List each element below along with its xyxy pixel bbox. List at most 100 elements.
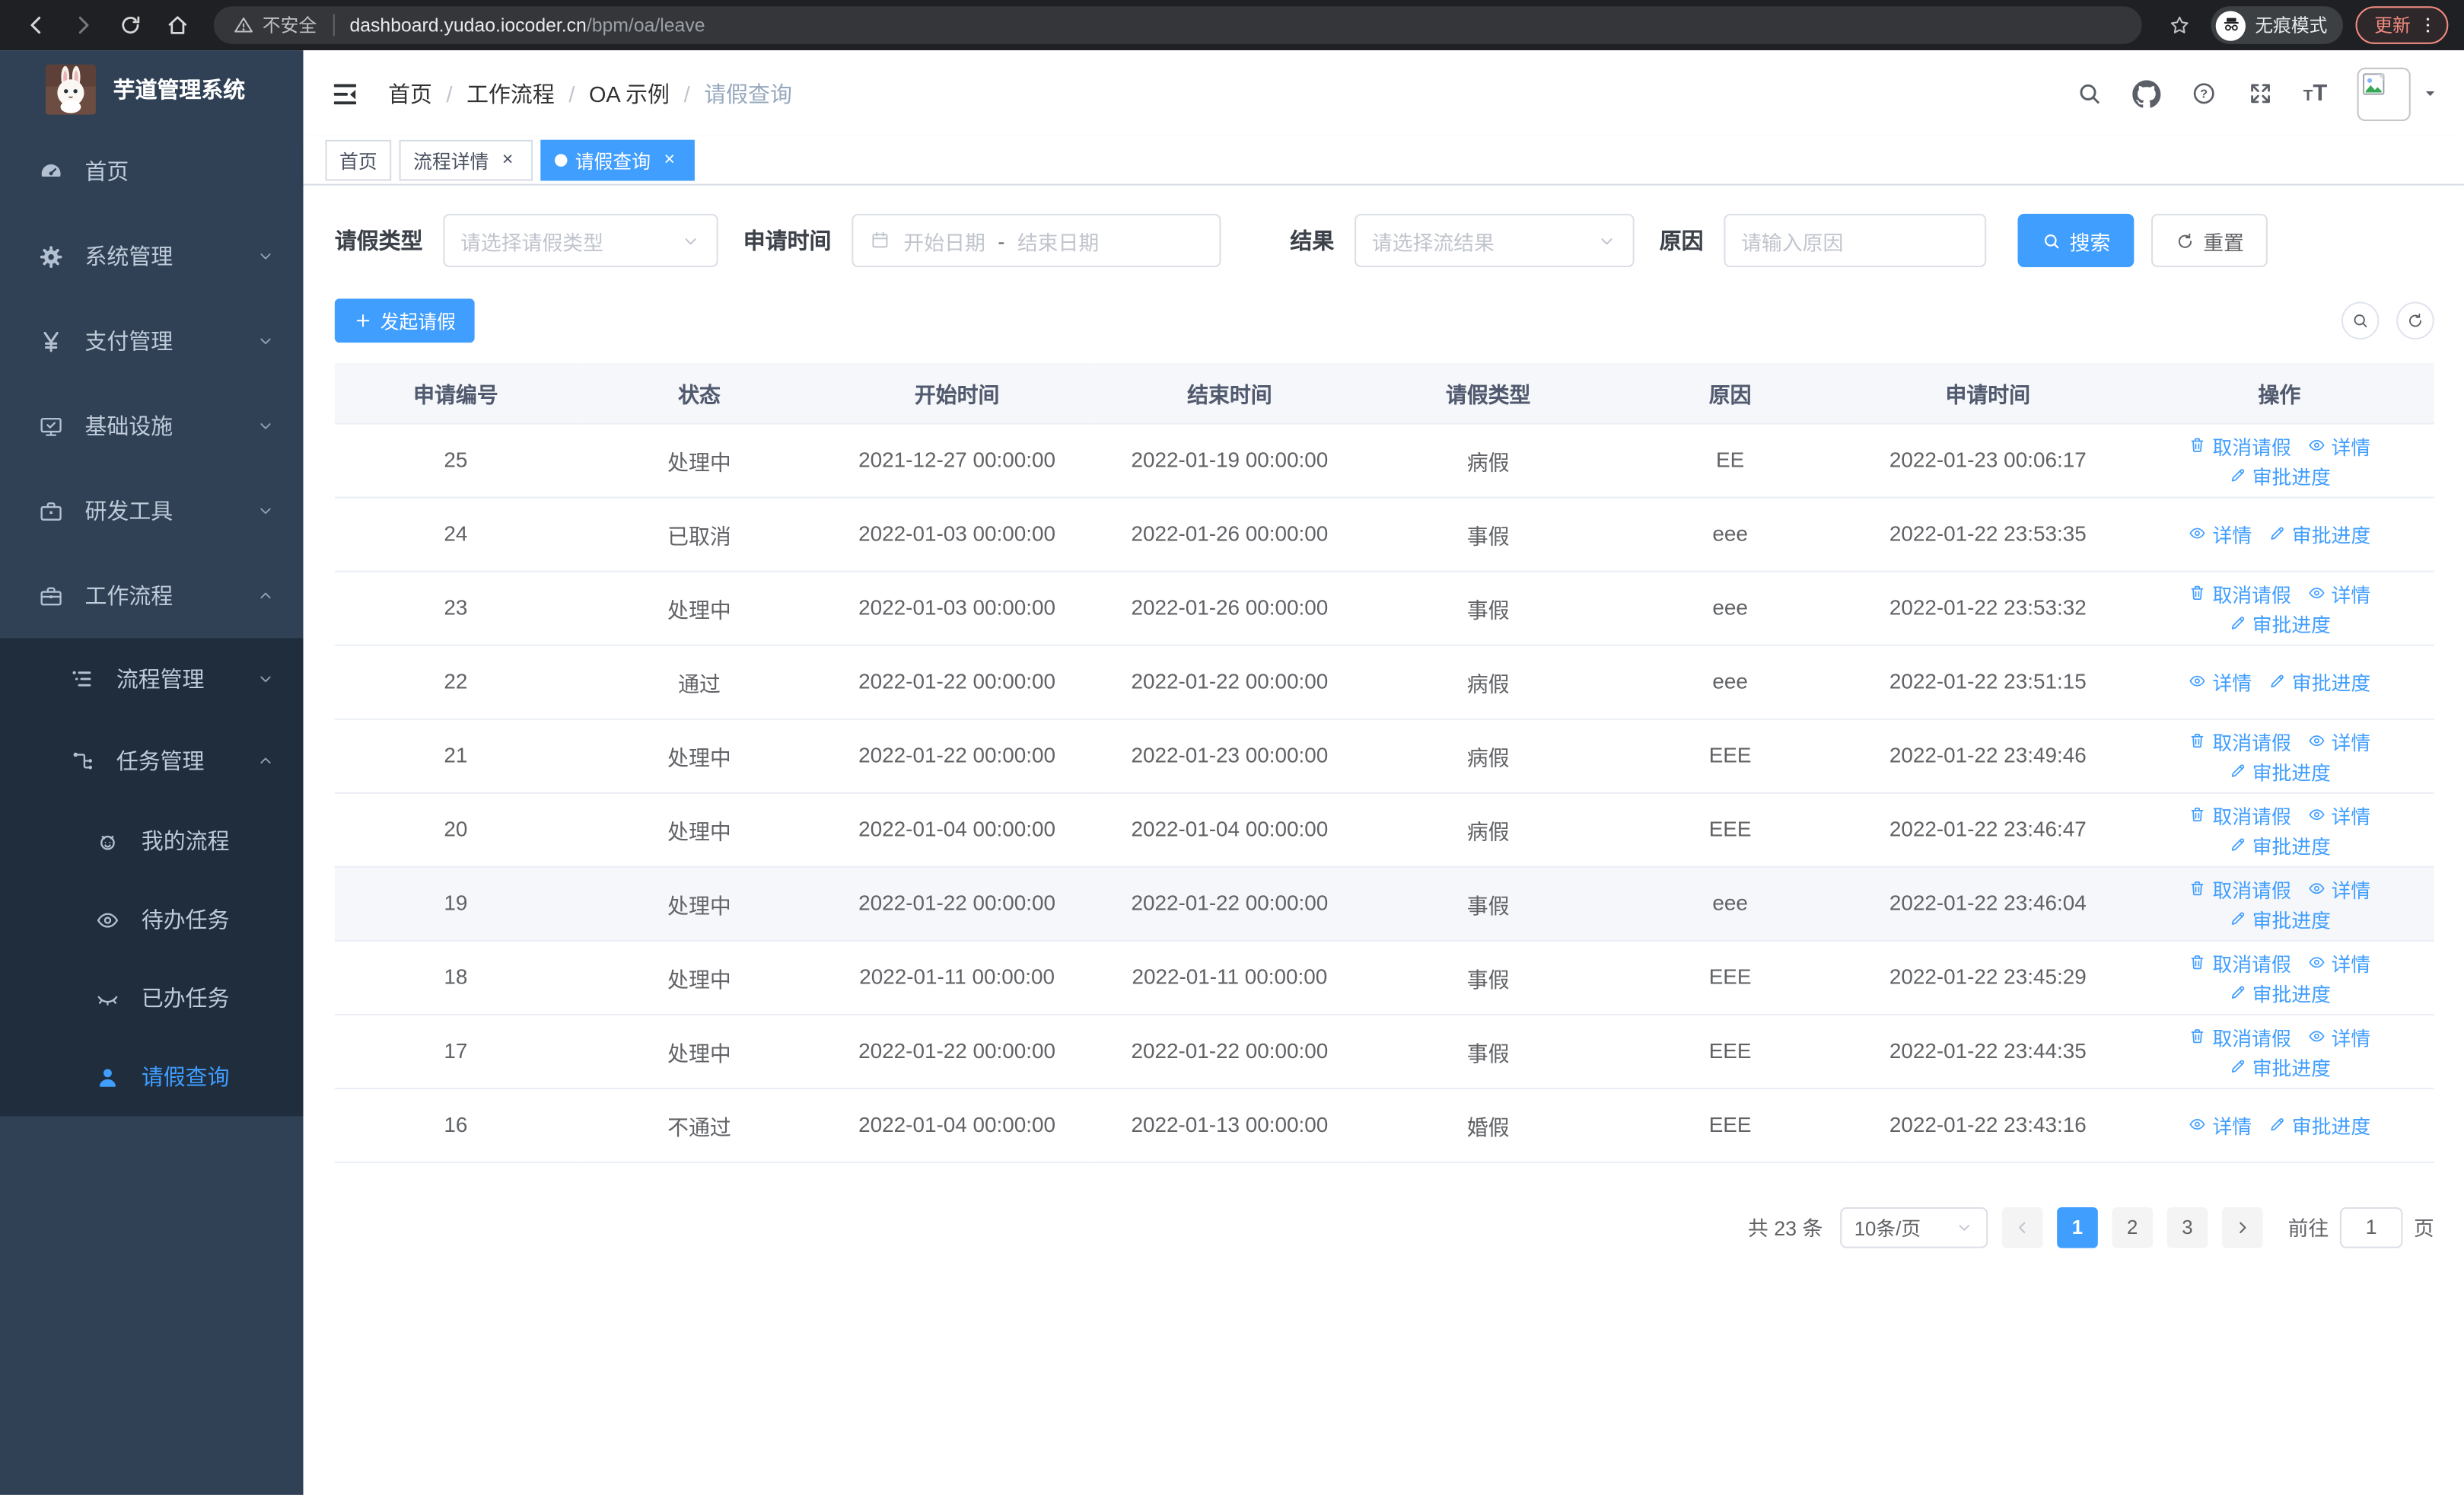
sidebar-item-已办任务[interactable]: 已办任务 [0, 958, 304, 1038]
cell-leave-type: 事假 [1367, 570, 1609, 645]
prev-page-button[interactable] [2001, 1206, 2043, 1248]
tab-请假查询[interactable]: 请假查询 × [540, 139, 695, 181]
tab-label: 请假查询 [575, 150, 651, 173]
apply-time-range-picker[interactable]: 开始日期 - 结束日期 [852, 213, 1221, 268]
address-bar[interactable]: 不安全 dashboard.yudao.iocoder.cn /bpm/oa/l… [213, 6, 2142, 44]
breadcrumb-item[interactable]: 工作流程 [466, 78, 555, 109]
sidebar-item-基础设施[interactable]: 基础设施 [0, 384, 304, 469]
tab-close-icon[interactable]: × [497, 148, 519, 171]
column-header-原因: 原因 [1609, 363, 1851, 424]
chevron-down-icon [1955, 1217, 1974, 1236]
browser-home-icon[interactable] [158, 5, 199, 46]
browser-forward-icon[interactable] [63, 5, 104, 46]
result-select[interactable]: 请选择流结果 [1355, 213, 1635, 268]
tab-流程详情[interactable]: 流程详情 × [399, 139, 533, 181]
action-progress[interactable]: 审批进度 [2228, 903, 2331, 932]
action-progress[interactable]: 审批进度 [2228, 607, 2331, 637]
sidebar-item-首页[interactable]: 首页 [0, 129, 304, 214]
sidebar-item-任务管理[interactable]: 任务管理 [0, 719, 304, 802]
cell-status: 处理中 [576, 718, 823, 793]
action-cancel-leave[interactable]: 取消请假 [2189, 947, 2291, 977]
browser-update-button[interactable]: 更新 [2355, 6, 2449, 44]
sidebar-item-我的流程[interactable]: 我的流程 [0, 802, 304, 881]
refresh-table-icon[interactable] [2396, 301, 2434, 340]
action-progress[interactable]: 审批进度 [2268, 518, 2370, 548]
browser-reload-icon[interactable] [110, 5, 151, 46]
action-progress[interactable]: 审批进度 [2228, 755, 2331, 785]
github-icon[interactable] [2131, 79, 2160, 107]
breadcrumb-separator: / [683, 81, 690, 107]
action-cancel-leave[interactable]: 取消请假 [2189, 578, 2291, 607]
action-cancel-leave[interactable]: 取消请假 [2189, 799, 2291, 829]
action-progress[interactable]: 审批进度 [2228, 977, 2331, 1006]
cell-apply-id: 24 [334, 496, 577, 572]
action-detail[interactable]: 详情 [2306, 947, 2370, 977]
bookmark-star-icon[interactable] [2160, 6, 2198, 44]
action-detail[interactable]: 详情 [2189, 1110, 2252, 1140]
action-cancel-leave[interactable]: 取消请假 [2189, 725, 2291, 755]
page-size-value: 10条/页 [1854, 1218, 1921, 1241]
action-cancel-leave[interactable]: 取消请假 [2189, 873, 2291, 903]
show-search-icon[interactable] [2341, 301, 2380, 340]
cell-end-time: 2022-01-13 00:00:00 [1092, 1088, 1367, 1163]
cell-end-time: 2022-01-19 00:00:00 [1092, 422, 1367, 498]
font-size-icon[interactable]: TT [2303, 80, 2328, 107]
refresh-icon [2175, 231, 2195, 251]
breadcrumb-item[interactable]: 首页 [388, 78, 432, 109]
action-detail[interactable]: 详情 [2306, 725, 2370, 755]
action-progress[interactable]: 审批进度 [2228, 1050, 2331, 1080]
sidebar-item-工作流程[interactable]: 工作流程 [0, 553, 304, 639]
reset-button[interactable]: 重置 [2151, 213, 2268, 268]
browser-menu-icon[interactable] [2417, 14, 2439, 37]
action-detail[interactable]: 详情 [2189, 667, 2252, 696]
action-progress[interactable]: 审批进度 [2268, 1110, 2370, 1140]
action-progress[interactable]: 审批进度 [2228, 829, 2331, 859]
result-placeholder: 请选择流结果 [1371, 230, 1495, 254]
action-label: 审批进度 [2252, 909, 2331, 932]
action-label: 详情 [2212, 1116, 2252, 1139]
sidebar-item-待办任务[interactable]: 待办任务 [0, 880, 304, 959]
breadcrumb-item[interactable]: OA 示例 [589, 78, 670, 109]
leave-type-select[interactable]: 请选择请假类型 [443, 213, 718, 268]
page-button-3[interactable]: 3 [2166, 1206, 2208, 1248]
create-leave-button[interactable]: 发起请假 [334, 298, 475, 343]
tab-首页[interactable]: 首页 [325, 139, 392, 181]
goto-page-input[interactable] [2339, 1206, 2403, 1248]
page-size-select[interactable]: 10条/页 [1840, 1206, 1988, 1248]
page-button-1[interactable]: 1 [2057, 1206, 2098, 1248]
search-button[interactable]: 搜索 [2017, 213, 2135, 268]
cell-start-time: 2021-12-27 00:00:00 [822, 422, 1093, 498]
cell-start-time: 2022-01-22 00:00:00 [822, 1013, 1093, 1089]
eye-icon [2306, 878, 2326, 898]
sidebar-collapse-icon[interactable] [327, 78, 365, 109]
sidebar-item-支付管理[interactable]: 支付管理 [0, 298, 304, 384]
action-progress[interactable]: 审批进度 [2268, 667, 2370, 696]
action-detail[interactable]: 详情 [2189, 518, 2252, 548]
page-button-2[interactable]: 2 [2112, 1206, 2154, 1248]
sidebar-item-研发工具[interactable]: 研发工具 [0, 468, 304, 553]
browser-back-icon[interactable] [16, 5, 57, 46]
sidebar-item-请假查询[interactable]: 请假查询 [0, 1037, 304, 1117]
action-cancel-leave[interactable]: 取消请假 [2189, 430, 2291, 460]
user-menu[interactable] [2357, 66, 2439, 120]
next-page-button[interactable] [2221, 1206, 2263, 1248]
monitor-icon [38, 413, 65, 439]
sidebar-item-系统管理[interactable]: 系统管理 [0, 214, 304, 299]
sidebar-item-流程管理[interactable]: 流程管理 [0, 638, 304, 720]
cell-apply-time: 2022-01-22 23:46:04 [1851, 865, 2125, 941]
eye-icon [2306, 731, 2326, 751]
fullscreen-icon[interactable] [2246, 80, 2273, 107]
reason-input[interactable]: 请输入原因 [1724, 213, 1987, 268]
tab-close-icon[interactable]: × [658, 148, 680, 171]
action-progress[interactable]: 审批进度 [2228, 460, 2331, 489]
security-badge[interactable]: 不安全 [233, 13, 317, 38]
avatar[interactable] [2357, 66, 2411, 120]
header-search-icon[interactable] [2075, 80, 2102, 107]
action-detail[interactable]: 详情 [2306, 873, 2370, 903]
action-detail[interactable]: 详情 [2306, 430, 2370, 460]
action-cancel-leave[interactable]: 取消请假 [2189, 1021, 2291, 1050]
action-detail[interactable]: 详情 [2306, 799, 2370, 829]
action-detail[interactable]: 详情 [2306, 1021, 2370, 1050]
help-icon[interactable]: ? [2190, 80, 2217, 107]
action-detail[interactable]: 详情 [2306, 578, 2370, 607]
